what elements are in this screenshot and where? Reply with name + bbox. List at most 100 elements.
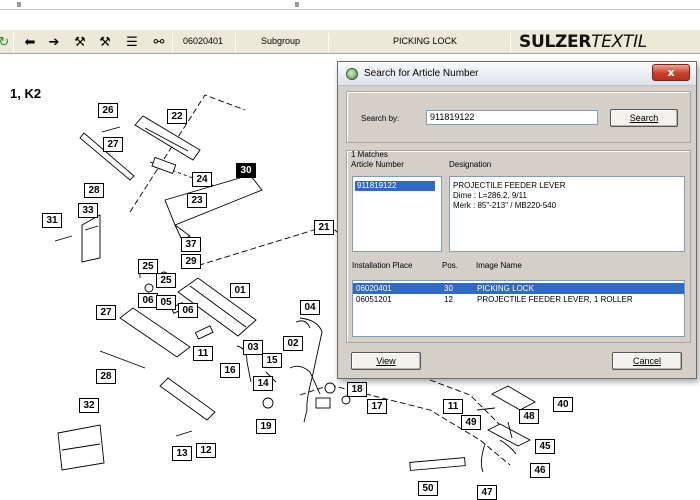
tool-icon[interactable]: ⚒ [71,33,89,51]
pos-header: Pos. [442,261,459,270]
brand-logo: SULZERTEXTIL [519,33,647,52]
part-callout[interactable]: 27 [103,137,123,152]
image-name-header: Image Name [476,261,522,270]
part-callout[interactable]: 16 [220,363,240,378]
designation-line: Dime : L=286.2, 9/11 [453,191,527,200]
image-name-cell: PICKING LOCK [477,284,534,293]
part-callout[interactable]: 18 [347,382,367,397]
search-article-dialog: Search for Article Number x Search by: 9… [337,61,697,379]
article-number-display: 06020401 [183,36,224,46]
part-callout[interactable]: 01 [230,283,250,298]
part-callout[interactable]: 26 [98,103,118,118]
matches-count: 1 Matches [351,150,388,159]
image-name-cell: PROJECTILE FEEDER LEVER, 1 ROLLER [477,295,633,304]
sheet-label: 1, K2 [10,86,42,101]
search-group: Search by: 911819122 Search [346,91,691,143]
app-globe-icon [346,68,358,80]
part-callout[interactable]: 06 [178,303,198,318]
article-number-header: Article Number [351,160,404,169]
cancel-button[interactable]: Cancel [612,352,682,370]
part-callout[interactable]: 28 [84,183,104,198]
part-callout[interactable]: 03 [243,340,263,355]
part-callout[interactable]: 25 [138,259,158,274]
part-callout[interactable]: 23 [187,193,207,208]
search-button-label: Search [629,113,659,123]
search-input[interactable]: 911819122 [426,110,598,125]
close-button[interactable]: x [652,64,690,81]
part-callout[interactable]: 50 [418,481,438,496]
part-callout[interactable]: 48 [519,409,539,424]
pos-cell: 30 [444,284,453,293]
part-callout[interactable]: 17 [367,399,387,414]
refresh-icon[interactable]: ↻ [0,33,13,51]
designation-line: PROJECTILE FEEDER LEVER [453,181,566,190]
view-button[interactable]: View [351,352,421,370]
part-callout[interactable]: 05 [156,295,176,310]
part-callout[interactable]: 33 [78,203,98,218]
part-callout[interactable]: 21 [314,220,334,235]
part-callout[interactable]: 46 [530,463,550,478]
toolbar-separator [235,33,236,52]
installation-row[interactable]: 06020401 30 PICKING LOCK [353,283,684,294]
designation-line: Merk : 85"-213" / MB220-540 [453,201,557,210]
part-callout[interactable]: 25 [156,273,176,288]
part-callout[interactable]: 02 [283,336,303,351]
part-callout[interactable]: 49 [461,415,481,430]
arrow-right-icon[interactable]: ➔ [45,33,63,51]
app-window: ↻ ⬅ ➔ ⚒ ⚒ ☰ ⚯ 06020401 Subgroup PICKING … [0,0,700,500]
part-callout[interactable]: 27 [96,305,116,320]
document-icon[interactable]: ☰ [123,33,141,51]
title-strip-marker [17,2,21,7]
installation-list[interactable]: 06020401 30 PICKING LOCK 06051201 12 PRO… [352,280,685,337]
designation-box: PROJECTILE FEEDER LEVER Dime : L=286.2, … [449,176,685,252]
toolbar-separator [172,33,173,52]
installation-place-cell: 06051201 [356,295,392,304]
brand-logo-bold: SULZER [519,32,592,52]
part-callout[interactable]: 06 [138,293,158,308]
part-callout[interactable]: 11 [443,399,463,414]
part-callout-highlighted[interactable]: 30 [236,163,256,178]
part-callout[interactable]: 40 [553,397,573,412]
search-button[interactable]: Search [610,109,678,127]
installation-row[interactable]: 06051201 12 PROJECTILE FEEDER LEVER, 1 R… [353,294,684,305]
part-callout[interactable]: 14 [253,376,273,391]
part-callout[interactable]: 13 [172,446,192,461]
search-by-label: Search by: [361,114,400,123]
part-callout[interactable]: 32 [79,398,99,413]
toolbar-top-band [0,11,700,30]
subgroup-name: PICKING LOCK [393,36,458,46]
part-callout[interactable]: 24 [192,172,212,187]
part-callout[interactable]: 19 [256,419,276,434]
toolbar-separator [328,33,329,52]
subgroup-label: Subgroup [261,36,301,46]
toolbar-separator [13,33,14,52]
results-group: 1 Matches Article Number Designation 911… [346,150,691,343]
part-callout[interactable]: 22 [167,109,187,124]
part-callout[interactable]: 45 [535,439,555,454]
article-number-list[interactable]: 911819122 [352,176,442,252]
part-callout[interactable]: 11 [193,346,213,361]
toolbar-separator [510,33,511,52]
part-callout[interactable]: 29 [181,254,201,269]
part-callout[interactable]: 31 [42,213,62,228]
installation-place-header: Installation Place [352,261,413,270]
binoculars-icon[interactable]: ⚯ [150,33,168,51]
dialog-title-bar: Search for Article Number x [338,62,696,86]
part-callout[interactable]: 37 [181,237,201,252]
installation-place-cell: 06020401 [356,284,392,293]
tool-alt-icon[interactable]: ⚒ [96,33,114,51]
toolbar: ↻ ⬅ ➔ ⚒ ⚒ ☰ ⚯ 06020401 Subgroup PICKING … [0,11,700,54]
part-callout[interactable]: 28 [96,369,116,384]
title-strip [0,0,700,10]
part-callout[interactable]: 04 [300,300,320,315]
cancel-button-label: Cancel [632,356,661,366]
article-number-item[interactable]: 911819122 [355,181,435,191]
title-strip-marker [295,2,299,7]
part-callout[interactable]: 47 [477,485,497,500]
view-button-label: View [376,356,396,366]
dialog-title: Search for Article Number [364,68,479,79]
part-callout[interactable]: 12 [196,443,216,458]
part-callout[interactable]: 15 [262,353,282,368]
arrow-left-icon[interactable]: ⬅ [21,33,39,51]
pos-cell: 12 [444,295,453,304]
